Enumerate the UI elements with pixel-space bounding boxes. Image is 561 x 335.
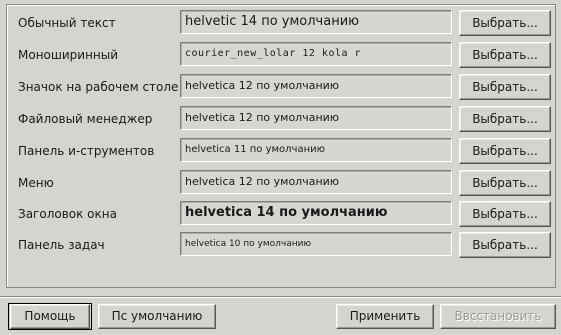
font-row-normal-text: Обычный текст helvetic 14 по умолчанию В…: [7, 10, 555, 36]
choose-font-button[interactable]: Выбрать...: [459, 170, 551, 196]
font-row-label: Заголовок окна: [18, 207, 117, 221]
help-button[interactable]: Помощь: [10, 304, 90, 329]
font-row-file-manager: Файловый менеджер helvetica 12 по умолча…: [7, 106, 555, 132]
choose-font-button[interactable]: Выбрать...: [459, 10, 551, 36]
choose-font-button[interactable]: Выбрать...: [459, 232, 551, 258]
choose-font-button[interactable]: Выбрать...: [459, 106, 551, 132]
font-row-label: Меню: [18, 176, 54, 190]
font-row-label: Моноширинный: [18, 48, 119, 62]
font-list-panel: Обычный текст helvetic 14 по умолчанию В…: [6, 4, 556, 288]
font-value-field: helvetica 12 по умолчанию: [180, 170, 452, 194]
font-row-monospace: Моноширинный courier_new_lolar 12 kola r…: [7, 42, 555, 68]
font-value-field: helvetica 14 по умолчанию: [180, 201, 452, 225]
font-settings-dialog: Обычный текст helvetic 14 по умолчанию В…: [0, 0, 561, 335]
font-row-label: Файловый менеджер: [18, 112, 153, 126]
font-value-field: helvetica 10 по умолчанию: [180, 232, 452, 256]
defaults-button[interactable]: Пс умолчанию: [98, 304, 216, 329]
font-row-menu: Меню helvetica 12 по умолчанию Выбрать..…: [7, 170, 555, 196]
font-row-label: Панель задач: [18, 238, 105, 252]
font-row-desktop-icon: Значок на рабочем столе helvetica 12 по …: [7, 74, 555, 100]
choose-font-button[interactable]: Выбрать...: [459, 42, 551, 68]
footer-separator: [0, 296, 561, 298]
font-row-window-title: Заголовок окна helvetica 14 по умолчанию…: [7, 201, 555, 227]
choose-font-button[interactable]: Выбрать...: [459, 74, 551, 100]
font-value-field: helvetic 14 по умолчанию: [180, 10, 452, 34]
font-row-toolbar: Панель и-струментов helvetica 11 по умол…: [7, 138, 555, 164]
choose-font-button[interactable]: Выбрать...: [459, 201, 551, 227]
font-value-field: helvetica 11 по умолчанию: [180, 138, 452, 162]
font-row-label: Обычный текст: [18, 16, 116, 30]
font-row-taskbar: Панель задач helvetica 10 по умолчанию В…: [7, 232, 555, 258]
font-value-field: helvetica 12 по умолчанию: [180, 74, 452, 98]
font-row-label: Значок на рабочем столе: [18, 80, 178, 94]
font-value-field: helvetica 12 по умолчанию: [180, 106, 452, 130]
choose-font-button[interactable]: Выбрать...: [459, 138, 551, 164]
restore-button[interactable]: Ввсстановить: [440, 304, 556, 329]
font-row-label: Панель и-струментов: [18, 144, 155, 158]
font-value-field: courier_new_lolar 12 kola r: [180, 42, 452, 66]
apply-button[interactable]: Применить: [336, 304, 434, 329]
